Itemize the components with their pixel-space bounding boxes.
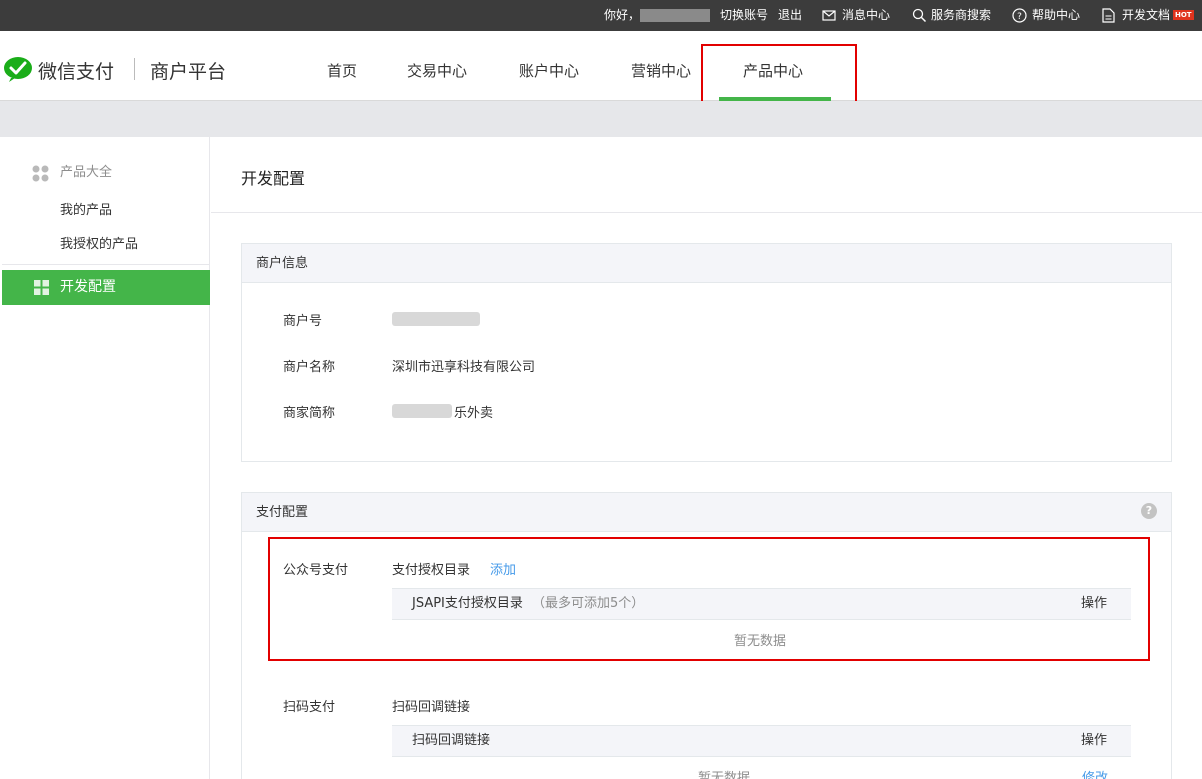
nav-transactions[interactable]: 交易中心: [407, 31, 467, 101]
document-icon: [1102, 8, 1115, 23]
apps-icon: [32, 165, 49, 182]
merchant-id-redacted: [392, 312, 480, 326]
help-circle-icon: ?: [1012, 8, 1027, 23]
native-col-action: 操作: [1081, 733, 1108, 748]
svg-text:?: ?: [1017, 12, 1022, 22]
native-pay-label: 扫码支付: [283, 700, 336, 715]
nav-account[interactable]: 账户中心: [519, 31, 579, 101]
title-divider: [211, 212, 1202, 213]
native-edit-link[interactable]: 修改: [1082, 767, 1108, 779]
search-icon: [912, 8, 927, 23]
sidebar-item-my-products[interactable]: 我的产品: [60, 199, 112, 218]
dev-docs-link[interactable]: 开发文档: [1122, 0, 1170, 31]
merchant-short-name-suffix: 乐外卖: [454, 406, 494, 421]
provider-search-link[interactable]: 服务商搜索: [931, 0, 991, 31]
sidebar-divider: [2, 264, 210, 265]
username-redacted: [640, 9, 710, 22]
message-center-link[interactable]: 消息中心: [842, 0, 890, 31]
mail-icon: [822, 10, 836, 21]
grey-band: [0, 101, 1202, 137]
pay-config-heading: 支付配置: [242, 493, 1171, 532]
grid-icon: [34, 280, 49, 295]
native-col-title: 扫码回调链接: [412, 733, 491, 748]
page-title: 开发配置: [241, 169, 306, 188]
sidebar-item-authorized-products[interactable]: 我授权的产品: [60, 233, 138, 252]
sidebar-item-dev-config[interactable]: 开发配置: [2, 270, 210, 305]
merchant-name-label: 商户名称: [283, 360, 336, 375]
greeting-text: 你好，: [604, 8, 641, 22]
sidebar-group-label: 产品大全: [60, 165, 113, 180]
merchant-id-label: 商户号: [283, 314, 323, 329]
merchant-short-name-label: 商家简称: [283, 406, 336, 421]
help-center-link[interactable]: 帮助中心: [1032, 0, 1080, 31]
merchant-short-name-redacted: [392, 404, 452, 418]
jsapi-highlight-box: [268, 537, 1150, 661]
help-icon[interactable]: ?: [1141, 503, 1157, 519]
sidebar-active-label: 开发配置: [60, 279, 116, 295]
nav-marketing[interactable]: 营销中心: [631, 31, 691, 101]
wechat-pay-logo-icon[interactable]: [3, 56, 33, 82]
native-empty-text: 暂无数据: [698, 771, 751, 779]
merchant-info-panel: 商户信息: [241, 243, 1172, 462]
logo-divider: [134, 58, 135, 80]
merchant-name-value: 深圳市迅享科技有限公司: [392, 360, 536, 375]
brand-name: 微信支付: [38, 61, 115, 83]
header: 微信支付 商户平台 首页 交易中心 账户中心 营销中心 产品中心: [0, 31, 1202, 101]
native-table-header: 扫码回调链接 操作: [392, 725, 1131, 757]
nav-home[interactable]: 首页: [327, 31, 357, 101]
logout-link[interactable]: 退出: [778, 0, 802, 31]
sidebar-group-all-products[interactable]: 产品大全: [2, 161, 210, 185]
platform-name: 商户平台: [150, 61, 227, 83]
sidebar: 产品大全 我的产品 我授权的产品 开发配置: [2, 137, 210, 779]
hot-badge: HOT: [1173, 10, 1194, 20]
merchant-info-heading: 商户信息: [242, 244, 1171, 283]
top-bar: 你好， 切换账号 退出 消息中心 服务商搜索 ? 帮助中心 开发文档 HOT: [0, 0, 1202, 31]
switch-account-link[interactable]: 切换账号: [720, 0, 768, 31]
native-callback-label: 扫码回调链接: [392, 700, 471, 715]
